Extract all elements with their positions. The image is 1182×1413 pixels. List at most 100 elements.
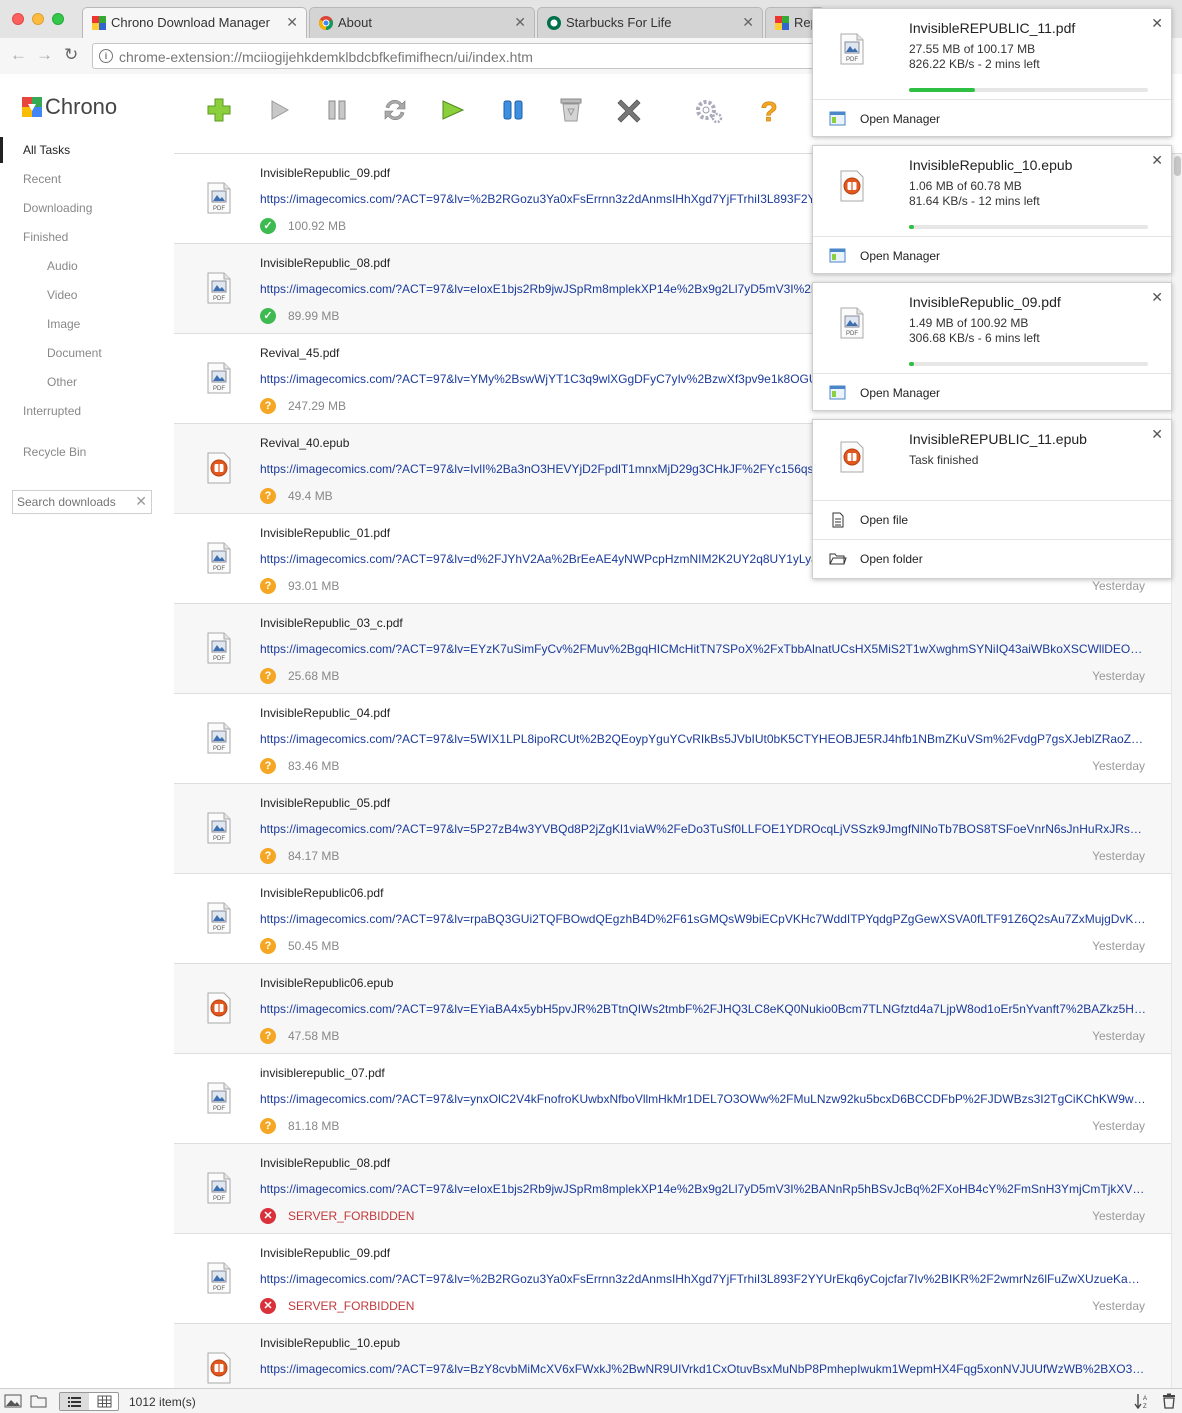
download-status-text: 50.45 MB: [288, 939, 340, 953]
sidebar-item-other[interactable]: Other: [0, 369, 174, 395]
notification-action-open-file[interactable]: Open file: [813, 500, 1171, 539]
download-row[interactable]: PDF InvisibleRepublic_09.pdf https://image…: [174, 1234, 1171, 1324]
tab-label: Starbucks For Life: [566, 15, 672, 30]
notification-close-icon[interactable]: ✕: [1151, 152, 1163, 169]
download-url[interactable]: https://imagecomics.com/?ACT=97&lv=%2B2R…: [260, 1272, 1148, 1286]
download-filename[interactable]: InvisibleRepublic_09.pdf: [260, 166, 390, 180]
forward-arrow-icon[interactable]: →: [36, 45, 53, 65]
download-notification[interactable]: InvisibleRepublic_10.epub 1.06 MB of 60.7…: [812, 145, 1172, 274]
sidebar-item-interrupted[interactable]: Interrupted: [0, 398, 174, 424]
download-row[interactable]: PDF InvisibleRepublic_05.pdf https://image…: [174, 784, 1171, 874]
reload-icon[interactable]: ↻: [64, 45, 78, 65]
tab-close-icon[interactable]: ✕: [742, 14, 754, 31]
download-filename[interactable]: InvisibleRepublic06.pdf: [260, 886, 383, 900]
search-input[interactable]: [17, 494, 131, 510]
download-filename[interactable]: InvisibleRepublic_04.pdf: [260, 706, 390, 720]
pdf-file-icon: PDF: [207, 812, 231, 844]
pause-icon[interactable]: [322, 95, 352, 125]
view-toggle: [59, 1392, 119, 1411]
sidebar-item-recent[interactable]: Recent: [0, 166, 174, 192]
address-bar[interactable]: i chrome-extension://mciiogijehkdemklbdc…: [92, 43, 892, 69]
scrollbar-thumb[interactable]: [1174, 156, 1181, 176]
download-url[interactable]: https://imagecomics.com/?ACT=97&lv=BzY8c…: [260, 1362, 1148, 1376]
download-filename[interactable]: InvisibleRepublic_01.pdf: [260, 526, 390, 540]
window-zoom-button[interactable]: [52, 13, 64, 25]
folder-icon[interactable]: [30, 1393, 48, 1409]
download-url[interactable]: https://imagecomics.com/?ACT=97&lv=5WIX1…: [260, 732, 1148, 746]
sidebar-item-image[interactable]: Image: [0, 311, 174, 337]
download-filename[interactable]: InvisibleRepublic_08.pdf: [260, 256, 390, 270]
download-filename[interactable]: invisiblerepublic_07.pdf: [260, 1066, 385, 1080]
delete-icon[interactable]: [614, 95, 644, 125]
notification-action-open-manager[interactable]: Open Manager: [813, 373, 1171, 412]
download-date: Yesterday: [1092, 759, 1145, 773]
add-icon[interactable]: [204, 95, 234, 125]
download-url[interactable]: https://imagecomics.com/?ACT=97&lv=EYzK7…: [260, 642, 1148, 656]
download-url[interactable]: https://imagecomics.com/?ACT=97&lv=EYiaB…: [260, 1002, 1148, 1016]
pdf-file-icon: PDF: [207, 1082, 231, 1114]
recycle-bin-icon[interactable]: [556, 95, 586, 125]
sidebar-item-video[interactable]: Video: [0, 282, 174, 308]
list-scrollbar[interactable]: [1171, 154, 1182, 1388]
help-icon[interactable]: ?: [754, 95, 784, 125]
sidebar-item-audio[interactable]: Audio: [0, 253, 174, 279]
pdf-file-icon: PDF: [207, 272, 231, 304]
download-filename[interactable]: InvisibleRepublic_08.pdf: [260, 1156, 390, 1170]
notification-action-open-folder[interactable]: Open folder: [813, 539, 1171, 578]
clear-search-icon[interactable]: ✕: [135, 493, 147, 510]
download-filename[interactable]: InvisibleRepublic06.epub: [260, 976, 393, 990]
status-unknown-icon: ?: [260, 398, 276, 414]
info-icon[interactable]: i: [99, 49, 113, 63]
download-row[interactable]: PDF InvisibleRepublic_04.pdf https://image…: [174, 694, 1171, 784]
notification-close-icon[interactable]: ✕: [1151, 15, 1163, 32]
download-notification[interactable]: InvisibleREPUBLIC_11.epub Task finished ✕ O…: [812, 419, 1172, 579]
svg-text:PDF: PDF: [213, 746, 225, 752]
sidebar-item-finished[interactable]: Finished: [0, 224, 174, 250]
sidebar-item-recycle-bin[interactable]: Recycle Bin: [0, 439, 174, 465]
download-url[interactable]: https://imagecomics.com/?ACT=97&lv=rpaBQ…: [260, 912, 1148, 926]
tab-close-icon[interactable]: ✕: [286, 14, 298, 31]
window-minimize-button[interactable]: [32, 13, 44, 25]
notification-close-icon[interactable]: ✕: [1151, 426, 1163, 443]
download-notification[interactable]: PDF InvisibleREPUBLIC_11.pdf 27.55 MB of 1…: [812, 8, 1172, 137]
sidebar-item-document[interactable]: Document: [0, 340, 174, 366]
download-url[interactable]: https://imagecomics.com/?ACT=97&lv=ynxOl…: [260, 1092, 1148, 1106]
pause-all-icon[interactable]: [498, 95, 528, 125]
trash-icon[interactable]: [1160, 1393, 1178, 1409]
download-filename[interactable]: InvisibleRepublic_05.pdf: [260, 796, 390, 810]
refresh-icon[interactable]: [380, 95, 410, 125]
download-row[interactable]: InvisibleRepublic06.epub https://imagecom…: [174, 964, 1171, 1054]
tab-about[interactable]: About ✕: [309, 7, 535, 38]
download-filename[interactable]: Revival_45.pdf: [260, 346, 339, 360]
download-url[interactable]: https://imagecomics.com/?ACT=97&lv=5P27z…: [260, 822, 1148, 836]
download-row[interactable]: PDF invisiblerepublic_07.pdf https://image…: [174, 1054, 1171, 1144]
settings-icon[interactable]: [694, 95, 724, 125]
tab-close-icon[interactable]: ✕: [514, 14, 526, 31]
download-row[interactable]: PDF InvisibleRepublic_08.pdf https://image…: [174, 1144, 1171, 1234]
window-close-button[interactable]: [12, 13, 24, 25]
sidebar-item-all-tasks[interactable]: All Tasks: [0, 137, 174, 163]
search-box[interactable]: ✕: [12, 490, 152, 514]
notification-action-open-manager[interactable]: Open Manager: [813, 236, 1171, 275]
grid-view-button[interactable]: [90, 1393, 119, 1410]
download-row[interactable]: InvisibleRepublic_10.epub https://imageco…: [174, 1324, 1171, 1388]
download-row[interactable]: PDF InvisibleRepublic06.pdf https://imagec…: [174, 874, 1171, 964]
image-view-icon[interactable]: [4, 1393, 22, 1409]
play-icon[interactable]: [264, 95, 294, 125]
sort-icon[interactable]: AZ: [1134, 1393, 1152, 1409]
sidebar-item-downloading[interactable]: Downloading: [0, 195, 174, 221]
notification-close-icon[interactable]: ✕: [1151, 289, 1163, 306]
download-notification[interactable]: PDF InvisibleRepublic_09.pdf 1.49 MB of 10…: [812, 282, 1172, 411]
list-view-button[interactable]: [60, 1393, 89, 1410]
tab-chrono[interactable]: Chrono Download Manager ✕: [82, 7, 307, 38]
download-filename[interactable]: Revival_40.epub: [260, 436, 349, 450]
tab-starbucks[interactable]: Starbucks For Life ✕: [537, 7, 763, 38]
back-arrow-icon[interactable]: ←: [10, 45, 27, 65]
play-all-icon[interactable]: [438, 95, 468, 125]
download-url[interactable]: https://imagecomics.com/?ACT=97&lv=eIoxE…: [260, 1182, 1148, 1196]
download-row[interactable]: PDF InvisibleRepublic_03_c.pdf https://ima…: [174, 604, 1171, 694]
download-filename[interactable]: InvisibleRepublic_10.epub: [260, 1336, 400, 1350]
download-filename[interactable]: InvisibleRepublic_03_c.pdf: [260, 616, 403, 630]
download-filename[interactable]: InvisibleRepublic_09.pdf: [260, 1246, 390, 1260]
notification-action-open-manager[interactable]: Open Manager: [813, 99, 1171, 138]
